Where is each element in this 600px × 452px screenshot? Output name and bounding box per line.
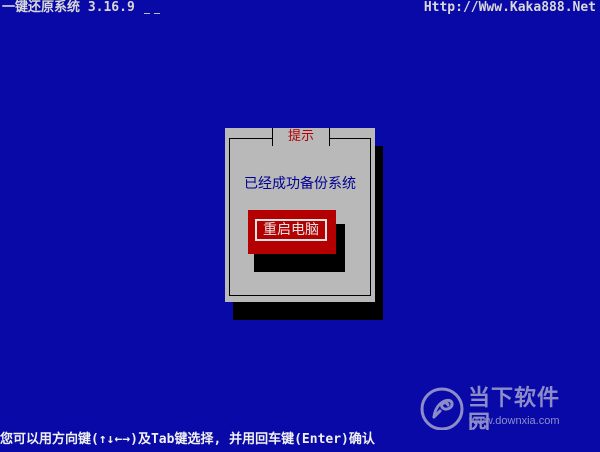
downxia-logo-icon	[420, 387, 464, 431]
watermark-url: www.downxia.com	[469, 415, 560, 427]
restart-button-label: 重启电脑	[263, 222, 319, 238]
notice-dialog: 提示 已经成功备份系统 重启电脑	[225, 128, 375, 302]
restart-button-focus-ring: 重启电脑	[255, 219, 327, 241]
website-url: Http://Www.Kaka888.Net	[423, 0, 596, 15]
dialog-title-box: 提示	[272, 128, 330, 146]
restart-button[interactable]: 重启电脑	[248, 210, 336, 254]
status-bar: 您可以用方向键(↑↓←→)及Tab键选择, 并用回车键(Enter)确认	[0, 430, 600, 452]
cursor-marks	[142, 11, 166, 17]
installer-screen: 一键还原系统 3.16.9 Http://Www.Kaka888.Net 提示 …	[0, 0, 600, 452]
watermark: 当下软件园 www.downxia.com	[420, 386, 580, 437]
dialog-message: 已经成功备份系统	[244, 176, 356, 192]
keyboard-hint: 您可以用方向键(↑↓←→)及Tab键选择, 并用回车键(Enter)确认	[0, 432, 375, 447]
dialog-title: 提示	[287, 129, 314, 144]
app-title: 一键还原系统 3.16.9	[2, 0, 135, 15]
